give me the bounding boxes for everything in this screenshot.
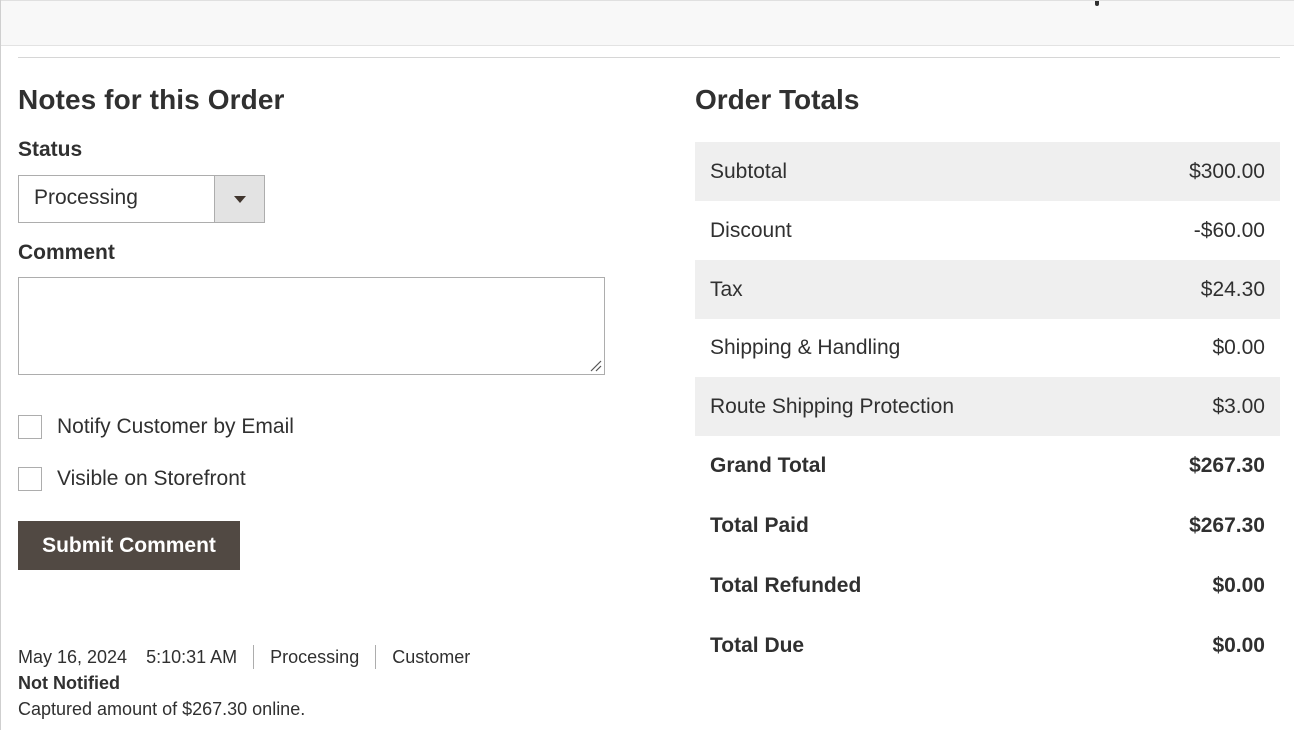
- totals-row-route-protection: Route Shipping Protection $3.00: [695, 377, 1280, 436]
- totals-summary-value: $0.00: [1212, 574, 1265, 597]
- history-meta: May 16, 2024 5:10:31 AM Processing Custo…: [18, 644, 548, 696]
- submit-comment-button[interactable]: Submit Comment: [18, 521, 240, 570]
- totals-row-value: -$60.00: [1193, 218, 1265, 242]
- visible-storefront-checkbox[interactable]: [18, 467, 42, 491]
- totals-summary-value: $267.30: [1189, 514, 1265, 537]
- history-comment-text: Captured amount of $267.30 online.: [18, 699, 306, 719]
- notify-customer-checkbox[interactable]: [18, 415, 42, 439]
- status-label: Status: [18, 138, 83, 161]
- visible-storefront-option[interactable]: Visible on Storefront: [18, 467, 246, 491]
- totals-row-total-due: Total Due $0.00: [695, 616, 1280, 676]
- visible-storefront-label[interactable]: Visible on Storefront: [57, 467, 246, 491]
- totals-summary-label: Total Refunded: [710, 574, 862, 597]
- totals-row-label: Tax: [695, 260, 1117, 319]
- history-status: Processing: [270, 647, 360, 667]
- history-customer-prefix: Customer: [392, 647, 471, 667]
- notes-section-title: Notes for this Order: [18, 84, 285, 115]
- totals-row-label: Subtotal: [695, 142, 1117, 201]
- totals-row-label: Route Shipping Protection: [695, 377, 1117, 436]
- history-separator: [375, 645, 377, 669]
- order-totals-title: Order Totals: [695, 84, 860, 115]
- comment-textarea[interactable]: [18, 277, 605, 375]
- order-view-page: Notes for this Order Status Processing C…: [0, 0, 1294, 730]
- history-date: May 16, 2024: [18, 647, 128, 667]
- totals-row-value: $3.00: [1116, 377, 1280, 436]
- notify-customer-option[interactable]: Notify Customer by Email: [18, 415, 294, 439]
- totals-row-total-refunded: Total Refunded $0.00: [695, 556, 1280, 616]
- totals-summary-label: Total Paid: [710, 514, 809, 537]
- totals-row-label: Shipping & Handling: [710, 336, 901, 359]
- totals-row-value: $0.00: [1212, 336, 1265, 359]
- totals-row-discount: Discount -$60.00: [695, 201, 1280, 260]
- comment-label: Comment: [18, 241, 115, 264]
- comment-history-entry: May 16, 2024 5:10:31 AM Processing Custo…: [18, 644, 548, 722]
- caret-down-icon: [234, 196, 246, 203]
- totals-summary-label: Grand Total: [710, 454, 827, 477]
- resize-grip-icon[interactable]: [590, 360, 602, 372]
- totals-summary-value: $0.00: [1212, 634, 1265, 657]
- status-dropdown-button[interactable]: [214, 176, 264, 222]
- status-select[interactable]: Processing: [18, 175, 265, 223]
- totals-summary-label: Total Due: [710, 634, 805, 657]
- totals-row-label: Discount: [710, 218, 792, 242]
- totals-row-value: $24.30: [1116, 260, 1280, 319]
- totals-summary-value: $267.30: [1189, 454, 1265, 477]
- notify-customer-label[interactable]: Notify Customer by Email: [57, 415, 294, 439]
- totals-row-grand-total: Grand Total $267.30: [695, 436, 1280, 496]
- totals-row-value: $300.00: [1116, 142, 1280, 201]
- toolbar-cropped-glyph: [1095, 1, 1099, 6]
- totals-row-shipping: Shipping & Handling $0.00: [695, 319, 1280, 377]
- history-time: 5:10:31 AM: [146, 647, 238, 667]
- totals-row-subtotal: Subtotal $300.00: [695, 142, 1280, 201]
- order-totals-table: Subtotal $300.00 Discount -$60.00 Tax $2…: [695, 142, 1280, 676]
- top-toolbar: [1, 0, 1294, 46]
- totals-row-total-paid: Total Paid $267.30: [695, 496, 1280, 556]
- history-notified-status: Not Notified: [18, 673, 120, 693]
- status-select-value: Processing: [34, 186, 138, 209]
- history-separator: [253, 645, 255, 669]
- totals-row-tax: Tax $24.30: [695, 260, 1280, 319]
- section-divider: [18, 57, 1280, 58]
